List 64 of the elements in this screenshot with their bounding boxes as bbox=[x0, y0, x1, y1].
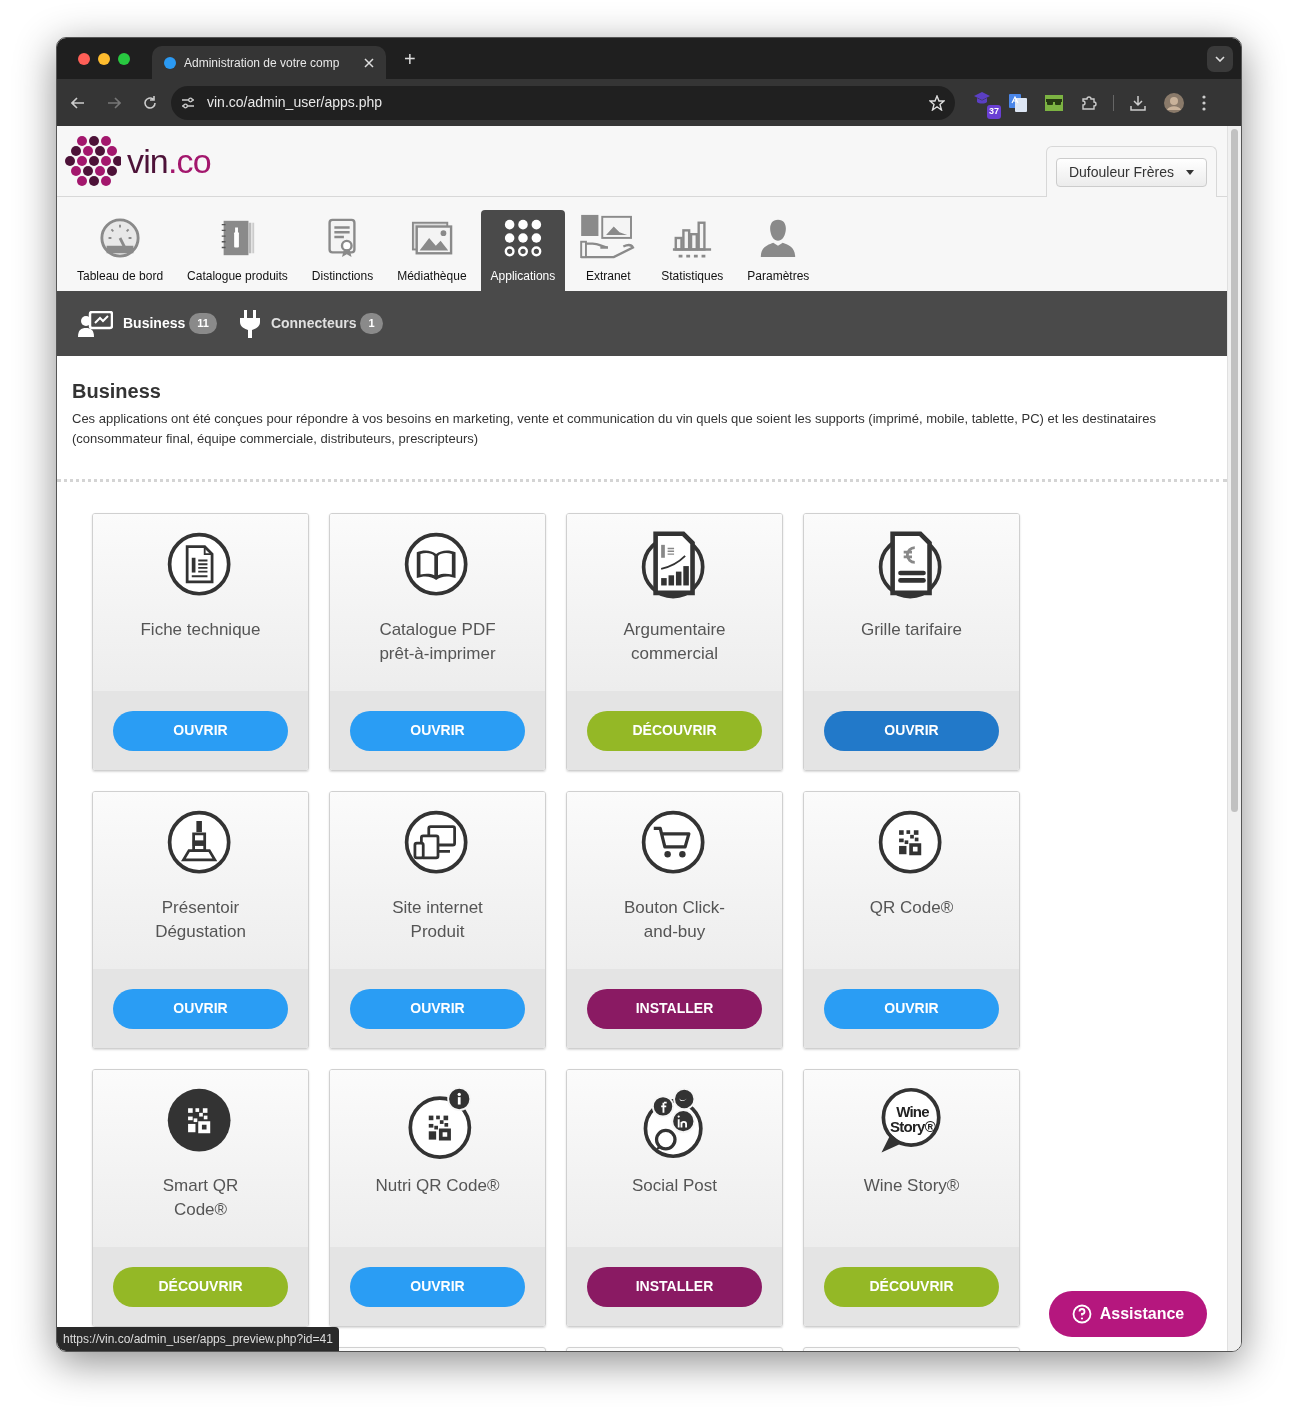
app-title: Fiche technique bbox=[139, 619, 262, 641]
nav-tab[interactable]: Extranet bbox=[569, 210, 648, 291]
nav-tab[interactable]: Applications bbox=[480, 210, 566, 291]
app-action-button[interactable]: OUVRIR bbox=[824, 710, 999, 751]
app-title: Bouton Click- and-buy bbox=[622, 897, 727, 943]
app-title: Nutri QR Code® bbox=[374, 1175, 501, 1197]
reload-icon[interactable] bbox=[143, 95, 157, 110]
profile-avatar-icon[interactable] bbox=[1164, 92, 1184, 113]
tab-title: Administration de votre comp bbox=[184, 54, 340, 72]
status-link-preview: https://vin.co/admin_user/apps_preview.php?id=41 bbox=[57, 1327, 339, 1351]
plug-icon bbox=[238, 309, 261, 338]
category-tab[interactable]: Business 11 bbox=[77, 310, 217, 337]
address-bar[interactable]: vin.co/admin_user/apps.php bbox=[171, 85, 955, 120]
download-icon[interactable] bbox=[1130, 94, 1146, 111]
close-icon[interactable] bbox=[364, 57, 374, 68]
app-action-button[interactable]: INSTALLER bbox=[587, 1266, 762, 1307]
menu-icon[interactable] bbox=[1202, 94, 1206, 111]
nav-tab[interactable]: Distinctions bbox=[301, 210, 384, 291]
caret-icon bbox=[1186, 170, 1194, 175]
nav-tab[interactable]: Paramètres bbox=[737, 210, 820, 291]
presentation-icon bbox=[77, 310, 113, 337]
category-tab[interactable]: Connecteurs 1 bbox=[238, 309, 383, 338]
tab-list-button[interactable] bbox=[1207, 45, 1233, 72]
nav-tab[interactable]: Statistiques bbox=[651, 210, 734, 291]
close-window-button[interactable] bbox=[78, 52, 90, 65]
section-title: Business bbox=[72, 379, 162, 404]
extension-badge: 37 bbox=[987, 105, 1001, 119]
minimize-window-button[interactable] bbox=[98, 52, 110, 65]
help-icon bbox=[1071, 1304, 1092, 1324]
translate-icon[interactable] bbox=[1009, 93, 1027, 112]
section-description: Ces applications ont été conçues pour répondre à vos besoins en marketing, vente et communication du vin quels que soient les supports (imprimé, mobile, tablette, PC) et les destinataires (consommateur final, équipe commerciale, distributeurs, prescripteurs) bbox=[72, 410, 1157, 448]
app-title: Présentoir Dégustation bbox=[154, 897, 247, 943]
nav-tab[interactable]: Tableau de bord bbox=[67, 210, 174, 291]
app-title: QR Code® bbox=[868, 897, 955, 919]
nav-tab[interactable]: Médiathèque bbox=[387, 210, 477, 291]
logo-text: vin.co bbox=[127, 144, 211, 178]
app-title: Wine Story® bbox=[862, 1175, 961, 1197]
account-dropdown[interactable]: Dufouleur Frères bbox=[1055, 158, 1207, 187]
site-info-icon[interactable] bbox=[181, 96, 195, 109]
scrollbar-thumb[interactable] bbox=[1231, 129, 1238, 812]
zoom-window-button[interactable] bbox=[118, 52, 130, 65]
favicon-icon bbox=[164, 56, 176, 69]
glasses-icon[interactable] bbox=[1045, 94, 1063, 111]
count-badge: 11 bbox=[189, 313, 217, 334]
app-action-button[interactable]: INSTALLER bbox=[587, 988, 762, 1029]
puzzle-icon[interactable] bbox=[1081, 94, 1097, 111]
browser-tab[interactable]: Administration de votre comp bbox=[152, 46, 386, 79]
grape-logo-icon bbox=[63, 136, 121, 186]
nav-tab[interactable]: Catalogue produits bbox=[177, 210, 298, 291]
app-title: Argumentaire commercial bbox=[622, 619, 727, 665]
gauge-icon bbox=[99, 217, 142, 259]
back-icon[interactable] bbox=[71, 96, 85, 109]
count-badge: 1 bbox=[360, 313, 383, 334]
app-title: Catalogue PDF prêt-à-imprimer bbox=[378, 619, 497, 665]
chevron-down-icon bbox=[1215, 55, 1225, 62]
forward-icon[interactable] bbox=[107, 96, 121, 109]
app-title: Grille tarifaire bbox=[859, 619, 964, 641]
app-title: Social Post bbox=[630, 1175, 718, 1197]
new-tab-button[interactable]: + bbox=[404, 48, 416, 69]
assistance-button[interactable]: Assistance bbox=[1049, 1291, 1207, 1337]
app-title: Smart QR Code® bbox=[161, 1175, 240, 1221]
url-text: vin.co/admin_user/apps.php bbox=[207, 93, 383, 112]
app-title: Site internet Produit bbox=[391, 897, 484, 943]
bookmark-star-icon[interactable] bbox=[929, 94, 945, 111]
